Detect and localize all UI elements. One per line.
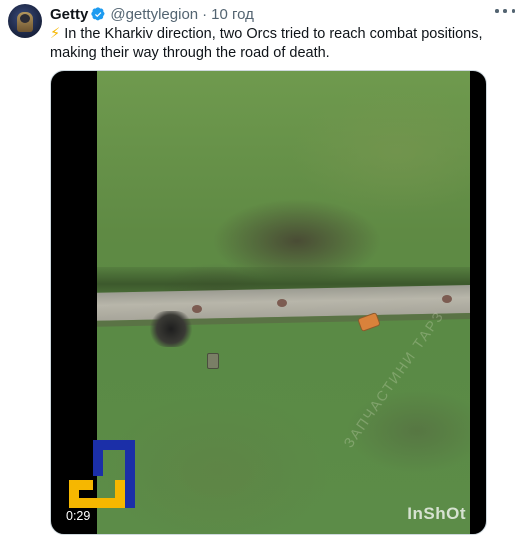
more-options-icon[interactable]: [495, 4, 515, 18]
tweet-header: Getty @gettylegion · 10 год: [50, 5, 254, 23]
tweet: Getty @gettylegion · 10 год ⚡ In the Kha…: [0, 0, 525, 541]
separator-dot: ·: [202, 5, 208, 23]
lightning-icon: ⚡: [50, 26, 61, 42]
small-vehicle: [207, 353, 219, 369]
author-name[interactable]: Getty: [50, 6, 88, 23]
author-handle[interactable]: @gettylegion: [110, 6, 198, 23]
video-frame: ЗАПЧАСТИНИ ТАРЗ: [97, 71, 470, 534]
tweet-timestamp[interactable]: 10 год: [211, 6, 254, 23]
avatar[interactable]: [8, 4, 42, 38]
burned-wreck: [149, 311, 193, 347]
crater: [192, 305, 202, 313]
overlay-watermark-text: ЗАПЧАСТИНИ ТАРЗ: [340, 307, 448, 451]
crater: [277, 299, 287, 307]
tweet-body: In the Kharkiv direction, two Orcs tried…: [50, 26, 483, 61]
video-player[interactable]: ЗАПЧАСТИНИ ТАРЗ 0:29 InShOt: [50, 70, 487, 535]
tweet-text: ⚡ In the Kharkiv direction, two Orcs tri…: [50, 25, 510, 63]
inshot-watermark: InShOt: [407, 504, 466, 523]
channel-logo-icon: [69, 440, 135, 508]
avatar-face: [20, 14, 30, 23]
video-duration: 0:29: [66, 509, 91, 523]
verified-badge-icon: [91, 6, 105, 20]
crater: [442, 295, 452, 303]
